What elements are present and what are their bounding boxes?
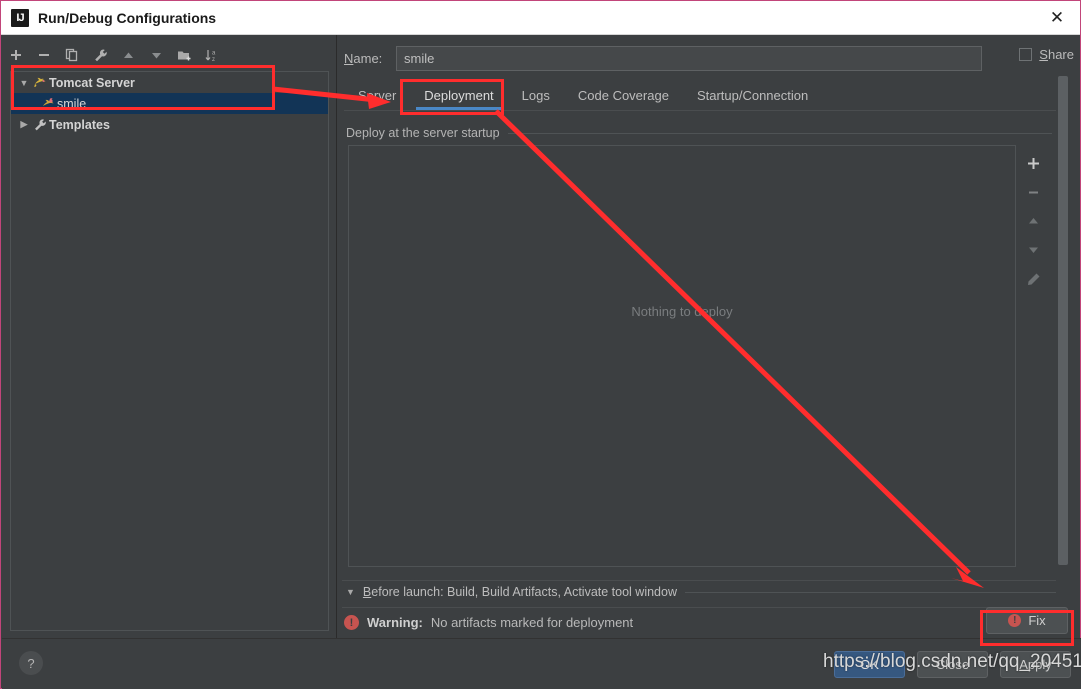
tree-node-templates[interactable]: ▶ Templates [11, 114, 328, 135]
deployment-side-toolbar [1016, 145, 1050, 567]
tree-toolbar: a z [2, 40, 337, 70]
dialog-buttons: OK Close Apply [834, 651, 1071, 678]
deployment-list[interactable]: Nothing to deploy [348, 145, 1016, 567]
share-label-rest: hare [1047, 47, 1074, 62]
configurations-left-panel: a z ▼ Tomcat Server smile ▶ Templates [2, 35, 337, 638]
deployment-area: Nothing to deploy [348, 145, 1050, 567]
tree-node-tomcat-server[interactable]: ▼ Tomcat Server [11, 72, 328, 93]
configuration-tabs[interactable]: Server Deployment Logs Code Coverage Sta… [344, 80, 1056, 111]
deploy-group-label: Deploy at the server startup [346, 126, 500, 140]
warning-icon: ! [344, 615, 359, 630]
move-up-button[interactable] [114, 42, 142, 68]
move-artifact-down-button[interactable] [1020, 238, 1046, 262]
share-label-mnemonic: S [1039, 47, 1048, 62]
title-bar: IJ Run/Debug Configurations ✕ [1, 1, 1080, 35]
tree-node-label: Tomcat Server [49, 75, 135, 90]
tree-node-label: Templates [49, 117, 110, 132]
close-button[interactable]: Close [917, 651, 988, 678]
collapse-triangle-icon[interactable]: ▶ [17, 119, 31, 130]
before-launch-mnemonic: B [362, 585, 372, 599]
svg-text:a: a [212, 51, 216, 57]
name-label-rest: ame: [353, 50, 383, 66]
share-label: Share [1039, 47, 1074, 62]
expand-triangle-icon[interactable]: ▼ [346, 587, 355, 597]
deployment-empty-text: Nothing to deploy [631, 304, 733, 319]
expand-triangle-icon[interactable]: ▼ [17, 78, 31, 88]
checkbox-box[interactable] [1019, 48, 1033, 61]
share-checkbox[interactable]: Share [1019, 47, 1074, 62]
wrench-icon[interactable] [86, 42, 114, 68]
run-debug-configurations-dialog: IJ Run/Debug Configurations ✕ a z ▼ Tomc… [0, 0, 1081, 689]
warning-title: Warning: [367, 615, 423, 630]
create-folder-button[interactable] [170, 42, 198, 68]
fix-button[interactable]: ! Fix [986, 607, 1068, 634]
warning-text: No artifacts marked for deployment [430, 615, 634, 630]
deploy-group-header: Deploy at the server startup [346, 125, 1052, 141]
add-configuration-button[interactable] [2, 42, 30, 68]
page-title: Run/Debug Configurations [38, 9, 217, 26]
dialog-bottom-bar: ? OK Close Apply [2, 638, 1081, 689]
before-launch-divider-bottom [342, 607, 1056, 608]
intellij-logo-icon: IJ [11, 8, 29, 27]
before-launch-divider [685, 591, 1056, 593]
tab-logs[interactable]: Logs [508, 80, 564, 110]
tab-deployment[interactable]: Deployment [410, 80, 507, 110]
tab-server[interactable]: Server [344, 80, 410, 110]
configurations-tree[interactable]: ▼ Tomcat Server smile ▶ Templates [10, 71, 329, 631]
before-launch-text: efore launch: Build, Build Artifacts, Ac… [371, 585, 677, 599]
copy-configuration-button[interactable] [58, 42, 86, 68]
tab-code-coverage[interactable]: Code Coverage [564, 80, 683, 110]
name-input[interactable] [396, 45, 982, 71]
tab-startup-connection[interactable]: Startup/Connection [683, 80, 822, 110]
svg-text:z: z [212, 57, 215, 62]
move-down-button[interactable] [142, 42, 170, 68]
help-button[interactable]: ? [19, 651, 43, 675]
move-artifact-up-button[interactable] [1020, 209, 1046, 233]
wrench-icon [31, 118, 49, 132]
before-launch-label: Before launch: Build, Build Artifacts, A… [363, 585, 677, 599]
configuration-editor-panel: Name: Share Server Deployment Logs Code … [338, 35, 1080, 638]
remove-artifact-button[interactable] [1020, 180, 1046, 204]
add-artifact-button[interactable] [1020, 151, 1046, 175]
tree-node-label: smile [57, 96, 87, 111]
vertical-scrollbar[interactable] [1058, 76, 1068, 565]
apply-button[interactable]: Apply [1000, 651, 1071, 678]
tomcat-icon [31, 76, 49, 89]
name-row: Name: [344, 45, 1044, 71]
tree-node-smile[interactable]: smile [11, 93, 328, 114]
name-label-mnemonic: N [344, 50, 354, 66]
fix-button-label: Fix [1028, 613, 1046, 628]
warning-icon: ! [1008, 614, 1022, 627]
remove-configuration-button[interactable] [30, 42, 58, 68]
edit-artifact-button[interactable] [1020, 267, 1046, 291]
name-label: Name: [344, 51, 396, 66]
before-launch-section[interactable]: ▼ Before launch: Build, Build Artifacts,… [346, 581, 1056, 603]
group-divider [507, 132, 1052, 134]
tomcat-run-icon [39, 97, 57, 110]
ok-button[interactable]: OK [834, 651, 905, 678]
warning-message: ! Warning: No artifacts marked for deplo… [344, 615, 633, 630]
close-icon[interactable]: ✕ [1034, 1, 1080, 34]
sort-configurations-button[interactable]: a z [198, 42, 226, 68]
